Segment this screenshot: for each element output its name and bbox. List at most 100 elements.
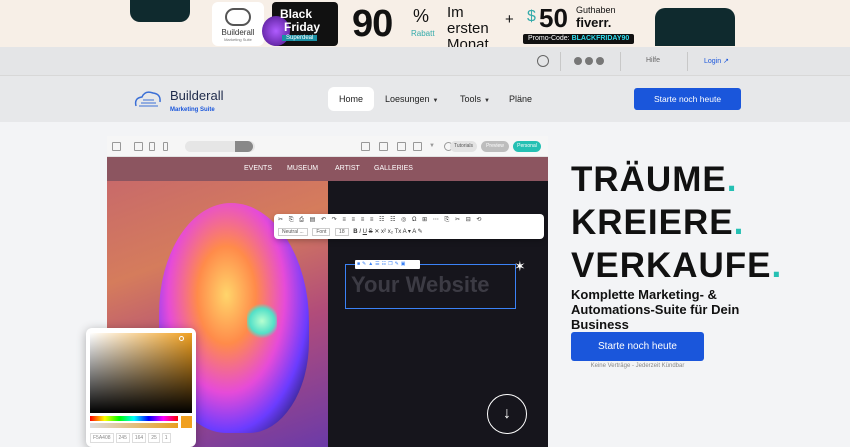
nav-loesungen-label: Loesungen: [385, 94, 430, 104]
utility-bar: Hilfe Login ↗: [0, 47, 850, 76]
banner-brand-sub: Marketing Suite: [224, 37, 252, 42]
divider: [620, 52, 621, 71]
promo-label: Promo-Code:: [528, 35, 570, 42]
hue-slider: [90, 416, 178, 421]
globe-icon[interactable]: [537, 55, 549, 67]
layout-icon: [361, 142, 370, 151]
font-select: Font: [312, 228, 331, 236]
percent-badge-decoration: [130, 0, 190, 22]
hero-section: ▼ Tutorials Preview Personal EVENTS MUSE…: [0, 122, 850, 447]
credit-value: 50: [539, 3, 568, 33]
face-highlight: [247, 301, 277, 341]
nav-plaene-label: Pläne: [509, 94, 533, 104]
headline-dot: .: [726, 160, 738, 199]
headline-word: KREIERE: [571, 203, 734, 242]
home-icon: [112, 142, 121, 151]
discount-value: 90: [352, 3, 393, 45]
pill-preview: Preview: [481, 141, 509, 152]
percent-key-decoration: [655, 8, 735, 46]
fiverr-logo: fiverr.: [576, 15, 612, 30]
builderall-logo[interactable]: Builderall Marketing Suite: [132, 86, 232, 116]
r-value: 245: [115, 433, 130, 443]
headline-line1: TRÄUME.: [571, 158, 782, 201]
font-family-select: Neutral ...: [278, 228, 308, 236]
desktop-icon: [134, 142, 143, 151]
mockup-toolbar: ▼ Tutorials Preview Personal: [107, 136, 548, 157]
nav-tools[interactable]: Tools ▼: [460, 87, 490, 111]
banner-brand-name: Builderall: [221, 28, 255, 37]
bf-tag: Superdeal: [282, 35, 318, 41]
pill-tutorials: Tutorials: [450, 141, 477, 152]
gear-icon: [413, 142, 422, 151]
font-size-select: 18: [335, 228, 349, 236]
color-picker: F5A408 245 164 25 1: [86, 328, 196, 447]
builderall-cloud-icon: [134, 91, 161, 107]
format-controls-row: Neutral ... Font 18 B I U S ✕ x² x₂ Tx A…: [278, 228, 423, 236]
divider: [687, 52, 688, 71]
promo-code: BLACKFRIDAY90: [571, 35, 630, 42]
tablet-icon: [149, 142, 155, 151]
your-website-text: Your Website: [351, 272, 490, 297]
sparkle-icon: ✶: [514, 258, 526, 274]
divider: [560, 52, 561, 71]
menu-artist: ARTIST: [335, 165, 360, 172]
login-link[interactable]: Login ↗: [704, 57, 729, 65]
rabatt-label: Rabatt: [411, 29, 435, 38]
nav-plaene[interactable]: Pläne: [509, 87, 532, 111]
menu-events: EVENTS: [244, 165, 273, 172]
headline-dot: .: [733, 203, 745, 242]
facebook-icon[interactable]: [585, 57, 593, 65]
text-box-tools: ■✎▲☰☷❐✎▣: [355, 260, 420, 269]
search-icon: [235, 141, 253, 152]
nav-tools-label: Tools: [460, 94, 482, 104]
promo-code-badge: Promo-Code: BLACKFRIDAY90: [523, 34, 635, 44]
caret-down-icon: ▼: [484, 98, 490, 104]
section-icon: [397, 142, 406, 151]
no-contract-note: Keine Verträge - Jederzeit Kündbar: [590, 363, 685, 369]
nav-loesungen[interactable]: Loesungen ▼: [385, 87, 439, 111]
help-link[interactable]: Hilfe: [646, 57, 660, 64]
main-nav: Builderall Marketing Suite Home Loesunge…: [0, 76, 850, 122]
banner-builderall-logo: Builderall Marketing Suite: [212, 2, 264, 46]
dollar-sign: $: [527, 8, 536, 25]
nav-home-label: Home: [338, 94, 363, 104]
text-format-toolbar: ✂ ⎘ ⎙ ▤ ↶ ↷ ≡ ≡ ≡ ≡ ☷ ☷ ◎ Ω ⊞ ⋯ ⎘ ✂ ⊟ ⟲ …: [274, 214, 544, 239]
a-value: 1: [161, 433, 171, 443]
hero-start-button[interactable]: Starte noch heute: [571, 332, 704, 361]
headline-line3: VERKAUFE.: [571, 244, 782, 287]
font-icon: [379, 142, 388, 151]
headline-word: VERKAUFE: [571, 246, 772, 285]
g-value: 164: [131, 433, 147, 443]
menu-galleries: GALLERIES: [374, 165, 413, 172]
format-icons-row: ✂ ⎘ ⎙ ▤ ↶ ↷ ≡ ≡ ≡ ≡ ☷ ☷ ◎ Ω ⊞ ⋯ ⎘ ✂ ⊟ ⟲: [278, 217, 484, 223]
menu-museum: MUSEUM: [287, 165, 319, 172]
color-values: F5A408 245 164 25 1: [90, 433, 173, 443]
headline-dot: .: [771, 246, 783, 285]
scroll-down-icon[interactable]: ↓: [487, 394, 527, 434]
logo-sub: Marketing Suite: [170, 107, 215, 113]
color-swatch: [181, 416, 192, 428]
headline-line2: KREIERE.: [571, 201, 782, 244]
hero-headline: TRÄUME. KREIERE. VERKAUFE.: [571, 158, 782, 287]
picker-handle: [179, 336, 184, 341]
start-now-button[interactable]: Starte noch heute: [634, 88, 741, 110]
caret-down-icon: ▼: [432, 98, 439, 104]
discount-percent: %: [413, 6, 430, 26]
pill-personal: Personal: [513, 141, 541, 152]
mobile-icon: [163, 142, 168, 151]
first-month-label: Im ersten Monat: [447, 4, 489, 48]
plus-sign: +: [505, 11, 514, 28]
instagram-icon[interactable]: [596, 57, 604, 65]
youtube-icon[interactable]: [574, 57, 582, 65]
cloud-icon: [225, 8, 251, 26]
nav-home[interactable]: Home: [328, 87, 374, 111]
alpha-slider: [90, 423, 178, 428]
promo-banner[interactable]: Builderall Marketing Suite Black Friday …: [0, 0, 850, 47]
headline-word: TRÄUME: [571, 160, 727, 199]
chevron-down-icon: ▼: [429, 143, 435, 149]
hero-subtitle: Komplette Marketing- & Automations-Suite…: [571, 287, 740, 332]
mockup-site-menu: EVENTS MUSEUM ARTIST GALLERIES: [107, 157, 548, 181]
hex-value: F5A408: [90, 433, 114, 443]
b-value: 25: [148, 433, 160, 443]
saturation-area: [90, 333, 192, 413]
